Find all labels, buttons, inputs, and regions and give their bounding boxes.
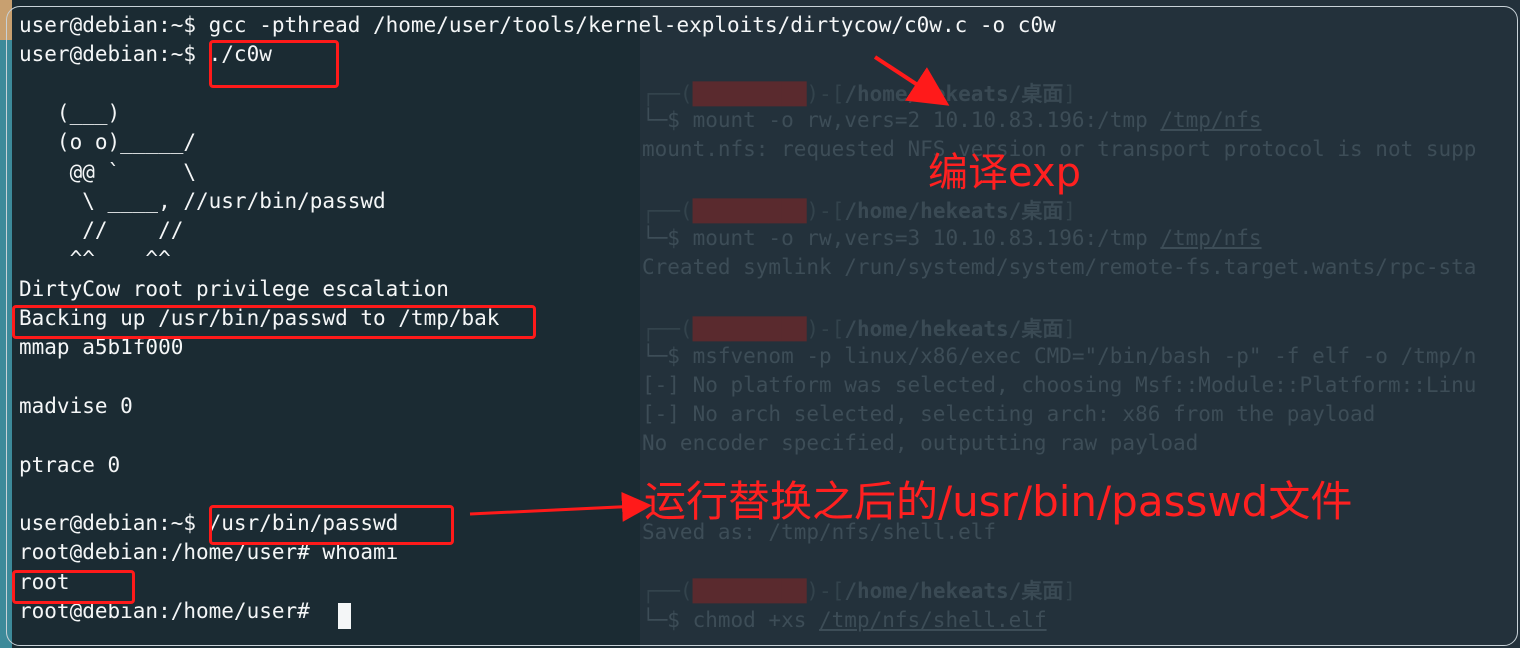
annotation-compile-exp: 编译exp (928, 150, 1081, 196)
annotation-run-passwd: 运行替换之后的/usr/bin/passwd文件 (644, 477, 1353, 526)
arrow-to-compile-label (873, 55, 950, 106)
arrow-to-run-label (469, 491, 652, 522)
desktop-screen: ┌──(█████████)-[/home/hekeats/桌面] └─$ mou… (0, 0, 1520, 648)
annotation-arrows (469, 55, 950, 522)
